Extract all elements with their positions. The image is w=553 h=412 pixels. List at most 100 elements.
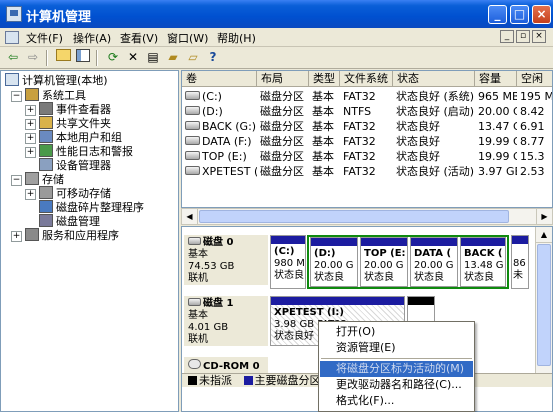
- tree-item-label: 设备管理器: [56, 159, 111, 172]
- table-cell: 13.47 GB: [478, 120, 517, 133]
- tree-item-8[interactable]: 可移动存储: [39, 186, 111, 200]
- services-apps-icon: [25, 228, 39, 241]
- maximize-button[interactable]: □: [510, 5, 529, 24]
- partition-unallocated[interactable]: 86 未: [511, 235, 529, 289]
- scroll-thumb[interactable]: [537, 244, 551, 366]
- disk-icon: [188, 237, 201, 245]
- delete-icon[interactable]: ✕: [124, 49, 142, 66]
- help-icon[interactable]: ?: [204, 49, 222, 66]
- forward-icon[interactable]: ⇨: [24, 49, 42, 66]
- menu-action[interactable]: 操作(A): [73, 30, 111, 46]
- scroll-right-icon[interactable]: ▶: [536, 209, 552, 224]
- menu-help[interactable]: 帮助(H): [217, 30, 256, 46]
- back-icon[interactable]: ⇦: [4, 49, 22, 66]
- volume-icon: [185, 151, 200, 160]
- table-row[interactable]: (C:) 磁盘分区 基本 FAT32 状态良好 (系统) 965 MB 195 M: [182, 89, 553, 104]
- menu-window[interactable]: 窗口(W): [167, 30, 208, 46]
- table-row[interactable]: TOP (E:)磁盘分区基本 FAT32 状态良好 19.99 GB15.3: [182, 149, 552, 164]
- tree-expander[interactable]: −: [11, 175, 22, 186]
- tree-item-11[interactable]: 服务和应用程序: [25, 228, 119, 242]
- menu-view[interactable]: 查看(V): [120, 30, 158, 46]
- open-icon[interactable]: ▰: [164, 49, 182, 66]
- horizontal-scrollbar[interactable]: ◀ ▶: [181, 208, 553, 225]
- context-menu-item[interactable]: 资源管理(E): [320, 340, 473, 356]
- title-bar[interactable]: 计算机管理 _ □ ×: [0, 0, 553, 28]
- table-cell: 195 M: [520, 90, 553, 103]
- refresh-icon[interactable]: ⟳: [104, 49, 122, 66]
- context-menu-item[interactable]: 更改驱动器名和路径(C)...: [320, 377, 473, 393]
- mdi-restore-button[interactable]: ▫: [516, 30, 530, 43]
- tree-expander[interactable]: −: [11, 91, 22, 102]
- column-header[interactable]: 空闲: [517, 71, 552, 87]
- scroll-up-icon[interactable]: ▲: [536, 227, 552, 243]
- up-folder-icon[interactable]: [54, 49, 72, 66]
- context-menu-item[interactable]: 格式化(F)...: [320, 393, 473, 409]
- minimize-button[interactable]: _: [488, 5, 507, 24]
- tree-item-1[interactable]: 系统工具: [25, 88, 86, 102]
- tree-item-10[interactable]: 磁盘管理: [39, 214, 100, 228]
- table-cell: FAT32: [343, 165, 376, 178]
- tree-expander[interactable]: +: [25, 105, 36, 116]
- table-row[interactable]: XPETEST (I:)磁盘分区基本 FAT32 状态良好 (活动)3.97 GB2…: [182, 164, 552, 179]
- mdi-window-icon[interactable]: [5, 31, 19, 44]
- partition-e[interactable]: TOP (E: 20.00 G 状态良: [360, 237, 408, 287]
- disk-1-label[interactable]: 磁盘 1 基本 4.01 GB 联机: [184, 296, 268, 346]
- toolbar: ⇦ ⇨ ⟳ ✕ ▤ ▰ ▱ ?: [0, 47, 553, 69]
- cdrom-icon: [188, 359, 201, 369]
- mdi-minimize-button[interactable]: _: [500, 30, 514, 43]
- disk-0-partitions: (C:) 980 M 状态良 (D:) 20.00 G 状态良 TOP (E: 20.00…: [270, 235, 510, 289]
- tree-expander[interactable]: +: [25, 189, 36, 200]
- tree-expander[interactable]: +: [25, 147, 36, 158]
- scroll-left-icon[interactable]: ◀: [182, 209, 198, 224]
- partition-d[interactable]: (D:) 20.00 G 状态良: [310, 237, 358, 287]
- table-row[interactable]: BACK (G:)磁盘分区基本 FAT32 状态良好 13.47 GB6.91: [182, 119, 552, 134]
- context-menu-item[interactable]: 将磁盘分区标为活动的(M): [320, 361, 473, 377]
- table-cell: 磁盘分区: [260, 90, 304, 103]
- tree-item-5[interactable]: 性能日志和警报: [39, 144, 133, 158]
- partition-c[interactable]: (C:) 980 M 状态良: [270, 235, 306, 289]
- column-header[interactable]: 容量: [475, 71, 517, 87]
- cdrom-0-label[interactable]: CD-ROM 0: [184, 357, 268, 373]
- tree-item-9[interactable]: 磁盘碎片整理程序: [39, 200, 144, 214]
- vertical-scrollbar[interactable]: ▲: [535, 227, 552, 373]
- device-manager-icon: [39, 158, 53, 171]
- table-cell: 状态良好: [396, 150, 440, 163]
- tree-expander[interactable]: +: [25, 119, 36, 130]
- table-row[interactable]: DATA (F:)磁盘分区基本 FAT32 状态良好 19.99 GB8.77: [182, 134, 552, 149]
- window-title: 计算机管理: [26, 10, 92, 25]
- scroll-thumb[interactable]: [199, 210, 509, 223]
- tree-expander[interactable]: +: [25, 133, 36, 144]
- partition-bar: [311, 238, 357, 246]
- explore-icon[interactable]: ▱: [184, 49, 202, 66]
- defrag-icon: [39, 200, 53, 213]
- menu-file[interactable]: 文件(F): [26, 30, 63, 46]
- column-header[interactable]: 状态: [393, 71, 475, 87]
- tree-item-3[interactable]: 共享文件夹: [39, 116, 111, 130]
- tree-item-4[interactable]: 本地用户和组: [39, 130, 122, 144]
- tree-item-2[interactable]: 事件查看器: [39, 102, 111, 116]
- column-header[interactable]: 文件系统: [340, 71, 393, 87]
- tree-item-6[interactable]: 设备管理器: [39, 158, 111, 172]
- properties-icon[interactable]: ▤: [144, 49, 162, 66]
- partition-g[interactable]: BACK (13.48 G 状态良: [460, 237, 506, 287]
- column-header[interactable]: 卷: [182, 71, 257, 87]
- tree-item-7[interactable]: 存储: [25, 172, 64, 186]
- mdi-close-button[interactable]: ×: [532, 30, 546, 43]
- table-cell: 磁盘分区: [260, 105, 304, 118]
- context-menu-item[interactable]: 打开(O): [320, 324, 473, 340]
- tree-root[interactable]: 计算机管理(本地): [5, 73, 108, 87]
- tree-item-label: 磁盘管理: [56, 215, 100, 228]
- table-cell: 3.97 GB: [478, 165, 517, 178]
- volume-icon: [185, 121, 200, 130]
- computer-management-icon: [5, 73, 19, 86]
- table-row[interactable]: (D:)磁盘分区基本 NTFS 状态良好 (启动)20.00 GB8.42: [182, 104, 552, 119]
- table-cell: BACK (G:): [185, 119, 257, 134]
- partition-f[interactable]: DATA (20.00 G 状态良: [410, 237, 458, 287]
- column-header[interactable]: 类型: [309, 71, 340, 87]
- tree-expander[interactable]: +: [11, 231, 22, 242]
- table-cell: FAT32: [343, 150, 376, 163]
- disk-0-label[interactable]: 磁盘 0 基本 74.53 GB 联机: [184, 235, 268, 285]
- show-tree-icon[interactable]: [74, 49, 92, 66]
- close-button[interactable]: ×: [532, 5, 551, 24]
- column-header[interactable]: 布局: [257, 71, 309, 87]
